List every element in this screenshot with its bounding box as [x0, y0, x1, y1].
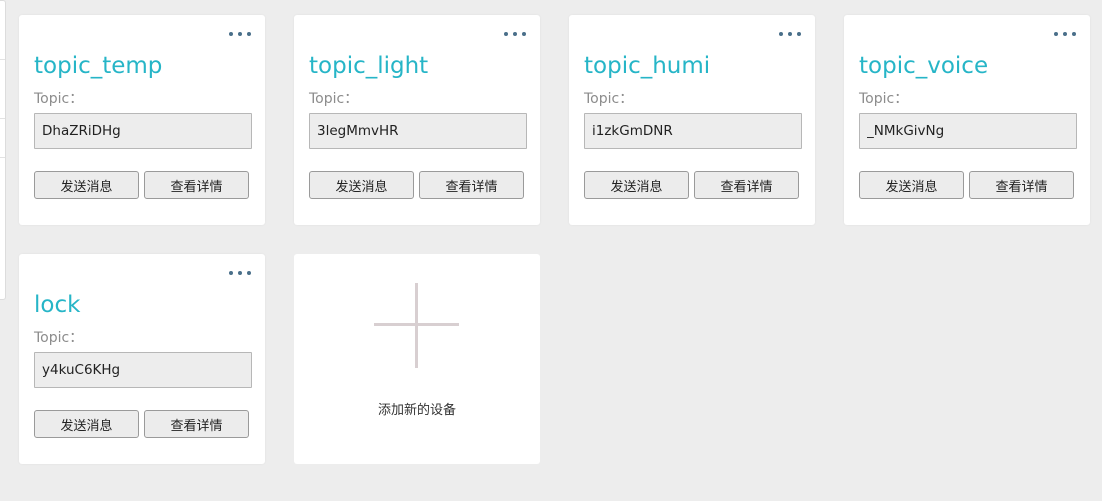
device-card-topic-humi: topic_humi Topic： 发送消息 查看详情: [569, 15, 815, 225]
panel-divider: [0, 118, 5, 119]
send-message-button[interactable]: 发送消息: [34, 171, 139, 199]
device-title: topic_light: [309, 53, 429, 79]
panel-divider: [0, 59, 5, 60]
more-dots-icon[interactable]: [779, 31, 801, 37]
panel-divider: [0, 157, 5, 158]
send-message-button[interactable]: 发送消息: [309, 171, 414, 199]
topic-field[interactable]: [34, 113, 252, 149]
view-details-button[interactable]: 查看详情: [419, 171, 524, 199]
send-message-button[interactable]: 发送消息: [34, 410, 139, 438]
device-card-lock: lock Topic： 发送消息 查看详情: [19, 254, 265, 464]
topic-field[interactable]: [34, 352, 252, 388]
device-card-topic-light: topic_light Topic： 发送消息 查看详情: [294, 15, 540, 225]
view-details-button[interactable]: 查看详情: [969, 171, 1074, 199]
device-card-topic-temp: topic_temp Topic： 发送消息 查看详情: [19, 15, 265, 225]
more-dots-icon[interactable]: [229, 31, 251, 37]
view-details-button[interactable]: 查看详情: [694, 171, 799, 199]
topic-label: Topic：: [34, 91, 84, 107]
add-device-label: 添加新的设备: [377, 403, 456, 418]
more-dots-icon[interactable]: [504, 31, 526, 37]
topic-field[interactable]: [309, 113, 527, 149]
device-title: topic_temp: [34, 53, 163, 79]
topic-label: Topic：: [584, 91, 634, 107]
send-message-button[interactable]: 发送消息: [584, 171, 689, 199]
topic-label: Topic：: [34, 330, 84, 346]
topic-label: Topic：: [309, 91, 359, 107]
more-dots-icon[interactable]: [229, 270, 251, 276]
device-title: topic_voice: [859, 53, 989, 79]
left-panel-edge: [0, 0, 6, 300]
topic-field[interactable]: [859, 113, 1077, 149]
view-details-button[interactable]: 查看详情: [144, 410, 249, 438]
view-details-button[interactable]: 查看详情: [144, 171, 249, 199]
device-card-topic-voice: topic_voice Topic： 发送消息 查看详情: [844, 15, 1090, 225]
topic-label: Topic：: [859, 91, 909, 107]
more-dots-icon[interactable]: [1054, 31, 1076, 37]
add-device-card[interactable]: 添加新的设备: [294, 254, 540, 464]
device-title: lock: [34, 292, 81, 318]
send-message-button[interactable]: 发送消息: [859, 171, 964, 199]
topic-field[interactable]: [584, 113, 802, 149]
device-title: topic_humi: [584, 53, 711, 79]
